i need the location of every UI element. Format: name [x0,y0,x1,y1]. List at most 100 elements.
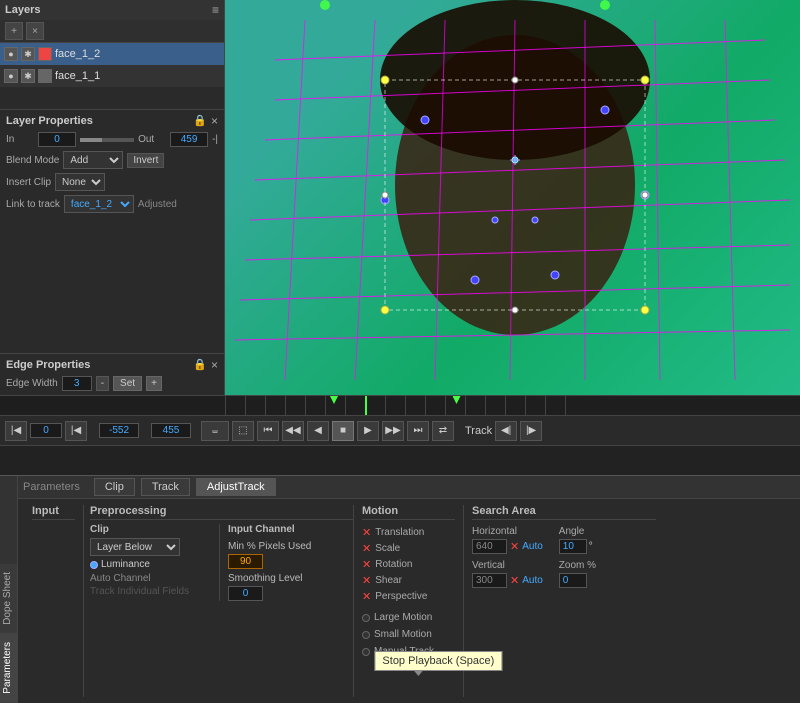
blend-mode-select[interactable]: Add Normal Multiply [63,151,123,169]
playhead-marker[interactable] [365,396,367,415]
horizontal-label: Horizontal [472,526,543,537]
dope-sheet-tab[interactable]: Dope Sheet [0,564,17,634]
skip-start-button[interactable]: ⏮ [257,421,279,441]
layer-row[interactable]: ● ✱ face_1_2 [0,43,224,65]
close-icon[interactable]: × [211,114,218,128]
layer-visibility-icon[interactable]: ● [4,69,18,83]
translation-row: ✕ Translation [362,526,455,539]
add-layer-button[interactable]: + [5,22,23,40]
play-forward-button[interactable]: ▶▶ [382,421,404,441]
layer-properties-panel: Layer Properties 🔒 × In Out -| Blend Mod… [0,110,224,354]
tracking-overlay [225,0,800,395]
edge-minus-button[interactable]: - [96,376,109,391]
scale-label: Scale [375,543,400,554]
track-tab-button[interactable]: Track [141,478,190,496]
layer-lock-icon[interactable]: ✱ [21,47,35,61]
layers-section: Layers ≡ + × ● ✱ face_1_2 ● ✱ fa [0,0,224,110]
in-slider[interactable] [80,138,134,142]
manual-track-radio[interactable] [362,648,370,656]
frame-prev-button[interactable]: |◀ [65,421,87,441]
left-panel: Layers ≡ + × ● ✱ face_1_2 ● ✱ fa [0,0,225,395]
scale-row: ✕ Scale [362,542,455,555]
play-button[interactable]: ▶ [357,421,379,441]
clip-tab-button[interactable]: Clip [94,478,135,496]
delete-layer-button[interactable]: × [26,22,44,40]
loop-button[interactable]: ⇄ [432,421,454,441]
frame-counter[interactable] [30,423,62,438]
parameters-tab[interactable]: Parameters [0,634,17,703]
vertical-x-icon: ✕ [510,574,519,587]
horizontal-auto-label[interactable]: Auto [522,541,543,552]
min-pixels-input[interactable] [228,554,263,569]
out-dash: -| [212,134,218,145]
blend-mode-label: Blend Mode [6,155,59,166]
layer-row[interactable]: ● ✱ face_1_1 [0,65,224,87]
layer-below-select[interactable]: Layer Below [90,538,180,556]
layers-menu-icon[interactable]: ≡ [212,3,219,17]
params-grid: Input Preprocessing Clip Layer Below [18,499,800,703]
vertical-value-input[interactable] [472,573,507,588]
snap-button[interactable]: ⧢ [201,421,229,441]
search-area-column: Search Area Horizontal ✕ Auto Angle [464,505,664,697]
edge-lock-icon[interactable]: 🔒 [193,358,207,372]
invert-button[interactable]: Invert [127,153,164,168]
insert-clip-select[interactable]: None [55,173,105,191]
scale-check[interactable]: ✕ [362,542,371,555]
horizontal-value-input[interactable] [472,539,507,554]
large-motion-radio[interactable] [362,614,370,622]
frame-start-button[interactable]: |◀ [5,421,27,441]
layers-title: Layers [5,4,40,16]
transport-bar: |◀ |◀ ⧢ ⬚ ⏮ ◀◀ ◀ ■ ▶ ▶▶ ⏭ ⇄ Track ◀| |▶ … [0,416,800,446]
zoom-field: Zoom % [559,560,596,588]
params-section-label: Parameters [23,481,80,493]
in-value-field[interactable] [38,132,76,147]
zoom-value-input[interactable] [559,573,587,588]
expand-button[interactable]: ⬚ [232,421,254,441]
luminance-row: Luminance [90,559,211,570]
input-channel-title: Input Channel [228,524,311,535]
track-prev-button[interactable]: ◀| [495,421,517,441]
radio-icon[interactable] [90,561,98,569]
angle-unit: ° [589,541,593,552]
edge-set-button[interactable]: Set [113,376,142,391]
perspective-check[interactable]: ✕ [362,590,371,603]
edge-width-input[interactable] [62,376,92,391]
layer-lock-icon[interactable]: ✱ [21,69,35,83]
small-motion-radio[interactable] [362,631,370,639]
horizontal-x-icon: ✕ [510,540,519,553]
smoothing-input[interactable] [228,586,263,601]
marker-green-2[interactable] [453,396,461,404]
lock-icon[interactable]: 🔒 [193,114,207,128]
current-frame[interactable] [99,423,139,438]
adjust-track-tab-button[interactable]: AdjustTrack [196,478,276,496]
track-next-button[interactable]: |▶ [520,421,542,441]
timeline-ruler [0,396,800,416]
layer-below-row: Layer Below [90,538,211,556]
rotation-check[interactable]: ✕ [362,558,371,571]
play-back-button[interactable]: ◀ [307,421,329,441]
params-tabs-bar: Parameters Clip Track AdjustTrack [18,476,800,499]
marker-green[interactable] [330,396,338,404]
edge-close-icon[interactable]: × [211,358,218,372]
perspective-label: Perspective [375,591,427,602]
out-value-field[interactable] [170,132,208,147]
layer-color-swatch [38,69,52,83]
luminance-label: Luminance [101,559,150,570]
ruler-marks[interactable] [225,396,575,415]
prev-frame-button[interactable]: ◀◀ [282,421,304,441]
layer-name: face_1_1 [55,70,220,82]
shear-check[interactable]: ✕ [362,574,371,587]
track-label: Track [465,425,492,437]
layer-visibility-icon[interactable]: ● [4,47,18,61]
out-frame[interactable] [151,423,191,438]
skip-end-button[interactable]: ⏭ [407,421,429,441]
translation-check[interactable]: ✕ [362,526,371,539]
angle-value-input[interactable] [559,539,587,554]
angle-field: Angle ° [559,526,593,554]
horizontal-field: Horizontal ✕ Auto [472,526,543,554]
edge-plus-button[interactable]: + [146,376,162,391]
stop-button[interactable]: ■ [332,421,354,441]
small-motion-row: Small Motion [362,629,455,640]
link-track-select[interactable]: face_1_2 [64,195,134,213]
vertical-auto-label[interactable]: Auto [522,575,543,586]
